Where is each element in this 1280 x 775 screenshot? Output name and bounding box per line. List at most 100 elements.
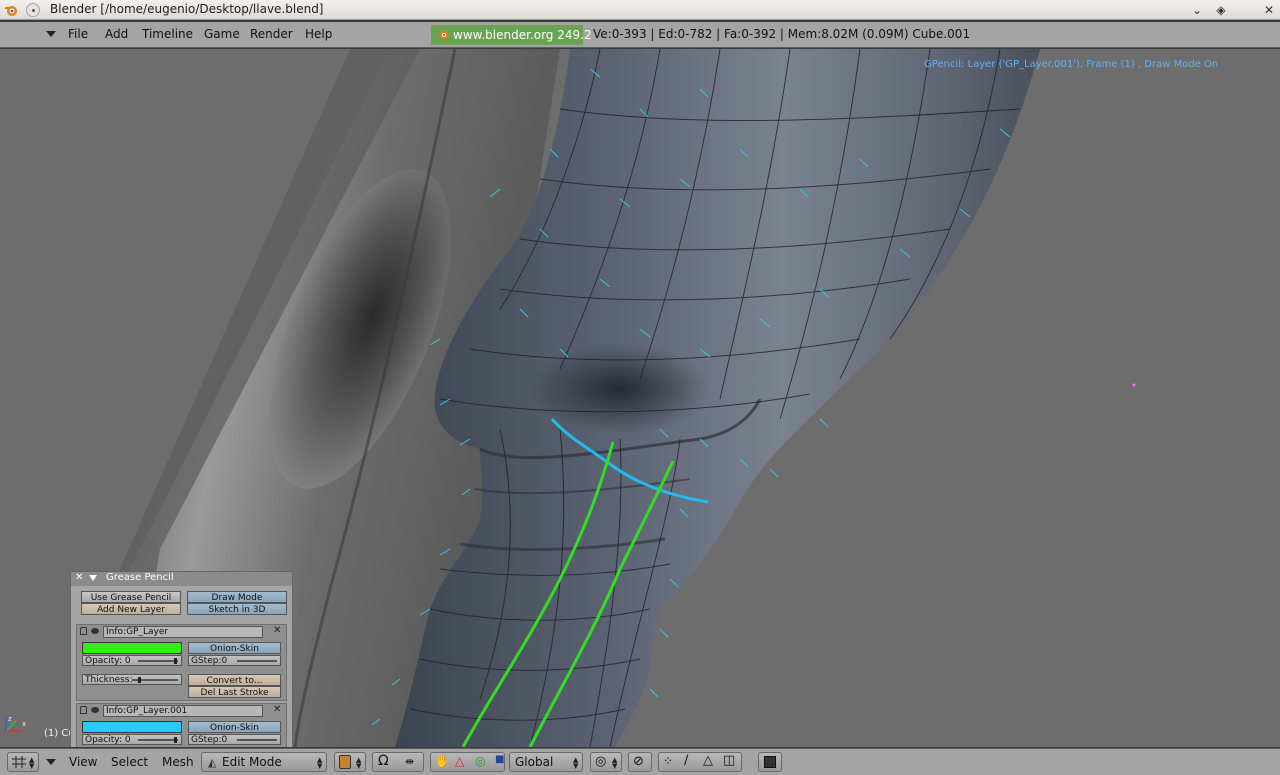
- close-icon[interactable]: ✕: [1260, 1, 1278, 19]
- manipulator-group: ✋ △ ◎ ■: [430, 752, 505, 772]
- convert-to-button[interactable]: Convert to...: [188, 674, 281, 686]
- blender-logo-icon[interactable]: [4, 3, 18, 17]
- website-label: www.blender.org 249.2: [453, 28, 592, 42]
- magnet-icon: Ω: [378, 753, 389, 769]
- hand-icon[interactable]: ✋: [434, 754, 450, 769]
- blender-window: Blender [/home/eugenio/Desktop/llave.ble…: [0, 0, 1280, 775]
- select-mode-group: ⁘ ∕ △ ◫: [658, 752, 742, 772]
- sketch-in-3d-toggle[interactable]: Sketch in 3D: [187, 603, 287, 615]
- blender-website-link[interactable]: www.blender.org 249.2: [431, 25, 592, 45]
- translate-manipulator-icon[interactable]: △: [455, 754, 464, 768]
- menu-game[interactable]: Game: [204, 27, 240, 41]
- editor-type-selector[interactable]: ▲ ▼: [7, 752, 39, 772]
- menu-timeline[interactable]: Timeline: [142, 27, 193, 41]
- slider-handle[interactable]: [138, 677, 141, 683]
- slider-track: [138, 737, 178, 743]
- vertex-select-icon[interactable]: ⁘: [663, 754, 673, 768]
- minimize-icon[interactable]: ⌄: [1188, 1, 1206, 19]
- panel-header[interactable]: ✕ Grease Pencil: [71, 572, 292, 586]
- grease-pencil-status: GPencil: Layer ('GP_Layer.001'), Frame (…: [924, 59, 1219, 70]
- cube-icon[interactable]: ◫: [723, 753, 735, 768]
- mode-dropdown[interactable]: ◭ Edit Mode ▲ ▼: [201, 752, 327, 772]
- snap-icon: ⊘: [633, 754, 644, 769]
- layer-name-field[interactable]: Info:GP_Layer.001: [103, 705, 263, 717]
- face-select-icon[interactable]: △: [703, 753, 713, 768]
- add-new-layer-button[interactable]: Add New Layer: [81, 603, 181, 615]
- gstep-slider[interactable]: GStep:0: [188, 734, 281, 745]
- axis-orientation-icon: x z: [5, 715, 26, 732]
- opacity-label: Opacity: 0: [85, 735, 131, 745]
- updown-icon: ▲ ▼: [612, 756, 618, 770]
- info-header: File Add Timeline Game Render Help www.b…: [0, 22, 1280, 48]
- opacity-slider[interactable]: Opacity: 0: [82, 734, 182, 745]
- slider-handle[interactable]: [174, 658, 177, 664]
- menu-select[interactable]: Select: [111, 755, 148, 769]
- gstep-slider[interactable]: GStep:0: [188, 655, 281, 666]
- thickness-slider[interactable]: Thickness:: [82, 674, 182, 685]
- lock-icon[interactable]: [80, 627, 87, 635]
- collapse-icon[interactable]: [89, 575, 97, 581]
- delete-layer-icon[interactable]: ✕: [273, 625, 281, 636]
- eye-icon[interactable]: [91, 707, 99, 713]
- maximize-icon[interactable]: ◈: [1212, 1, 1230, 19]
- edit-mode-icon: ◭: [208, 756, 217, 769]
- grease-pencil-panel: ✕ Grease Pencil Use Grease Pencil Add Ne…: [70, 571, 293, 747]
- snap-toggle[interactable]: ⊘: [628, 752, 652, 772]
- delete-last-stroke-button[interactable]: Del Last Stroke: [188, 686, 281, 698]
- 3d-viewport[interactable]: GPencil: Layer ('GP_Layer.001'), Frame (…: [0, 49, 1280, 747]
- proportional-icon: ◎: [595, 754, 607, 769]
- layer-color-swatch[interactable]: [82, 721, 182, 733]
- window-titlebar: Blender [/home/eugenio/Desktop/llave.ble…: [0, 0, 1280, 20]
- slider-handle[interactable]: [174, 737, 177, 743]
- 3d-view-header: ▲ ▼ View Select Mesh ◭ Edit Mode ▲ ▼ ▲ ▼ Ω …: [0, 748, 1280, 775]
- use-grease-pencil-toggle[interactable]: Use Grease Pencil: [81, 591, 181, 603]
- window-title: Blender [/home/eugenio/Desktop/llave.ble…: [50, 2, 324, 16]
- render-icon: [764, 756, 776, 768]
- orientation-dropdown[interactable]: Global ▲ ▼: [509, 752, 583, 772]
- draw-type-dropdown[interactable]: ▲ ▼: [334, 752, 366, 772]
- grid-icon: [12, 756, 26, 768]
- scale-manipulator-icon[interactable]: ■: [495, 754, 504, 765]
- panel-title: Grease Pencil: [106, 572, 174, 583]
- mode-value: Edit Mode: [222, 755, 282, 769]
- layer-header: Info:GP_Layer ✕: [77, 625, 286, 639]
- layer-color-swatch[interactable]: [82, 642, 182, 654]
- header-collapse-icon[interactable]: [46, 759, 56, 765]
- draw-mode-toggle[interactable]: Draw Mode: [187, 591, 287, 603]
- layer-block: Info:GP_Layer ✕ Onion-Skin Opacity: 0 GS…: [76, 624, 287, 701]
- rotate-manipulator-icon[interactable]: ◎: [475, 754, 485, 768]
- delete-layer-icon[interactable]: ✕: [273, 704, 281, 715]
- render-preview-button[interactable]: [758, 752, 782, 772]
- menu-add[interactable]: Add: [105, 27, 128, 41]
- layer-header: Info:GP_Layer.001 ✕: [77, 704, 286, 718]
- slider-track: [237, 739, 277, 741]
- updown-icon: ▲ ▼: [317, 756, 323, 770]
- onion-skin-toggle[interactable]: Onion-Skin: [188, 642, 281, 654]
- edge-select-icon[interactable]: ∕: [684, 753, 688, 768]
- menu-render[interactable]: Render: [250, 27, 293, 41]
- pivot-icon: ⇼: [405, 755, 415, 768]
- opacity-label: Opacity: 0: [85, 656, 131, 666]
- lock-icon[interactable]: [80, 706, 87, 714]
- onion-skin-toggle[interactable]: Onion-Skin: [188, 721, 281, 733]
- window-menu-icon[interactable]: [26, 3, 40, 17]
- opacity-slider[interactable]: Opacity: 0: [82, 655, 182, 666]
- layer-block: Info:GP_Layer.001 ✕ Onion-Skin Opacity: …: [76, 703, 287, 747]
- orientation-value: Global: [515, 755, 554, 769]
- layer-name-field[interactable]: Info:GP_Layer: [103, 626, 263, 638]
- menu-mesh[interactable]: Mesh: [162, 755, 194, 769]
- close-icon[interactable]: ✕: [75, 572, 83, 583]
- updown-icon: ▲ ▼: [29, 756, 35, 770]
- menu-file[interactable]: File: [68, 27, 88, 41]
- scene-stats: Ve:0-393 | Ed:0-782 | Fa:0-392 | Mem:8.0…: [593, 27, 971, 41]
- pivot-dropdown[interactable]: Ω ⇼: [372, 752, 424, 772]
- proportional-edit-dropdown[interactable]: ◎ ▲ ▼: [590, 752, 622, 772]
- menu-help[interactable]: Help: [305, 27, 332, 41]
- slider-track: [132, 677, 178, 683]
- eye-icon[interactable]: [91, 628, 99, 634]
- menu-view[interactable]: View: [69, 755, 97, 769]
- gstep-label: GStep:0: [191, 656, 228, 666]
- updown-icon: ▲ ▼: [573, 756, 579, 770]
- gstep-label: GStep:0: [191, 735, 228, 745]
- header-collapse-icon[interactable]: [46, 31, 56, 37]
